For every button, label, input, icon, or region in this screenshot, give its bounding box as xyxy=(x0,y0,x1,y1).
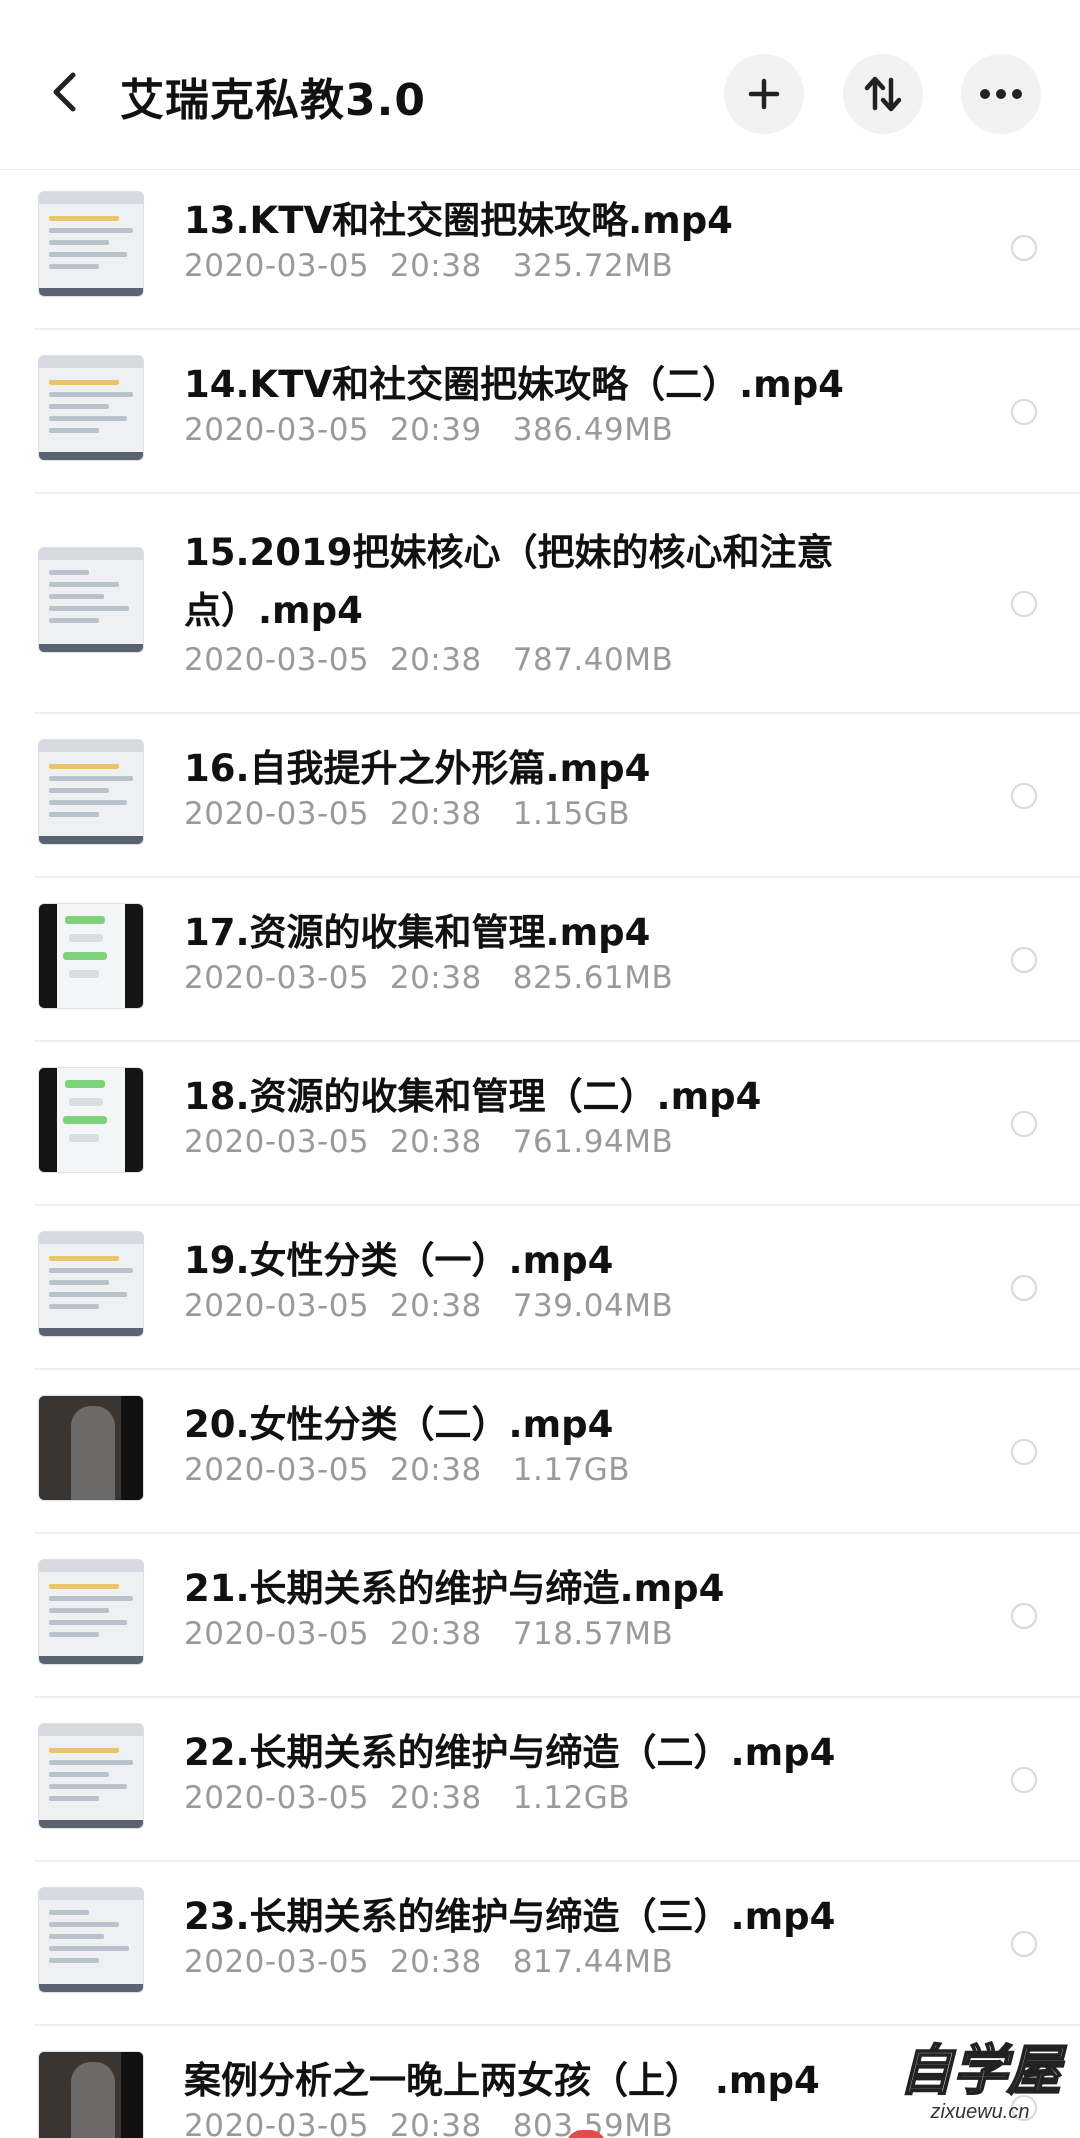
select-checkbox[interactable] xyxy=(1011,1603,1037,1629)
video-thumbnail xyxy=(38,2051,144,2138)
select-checkbox[interactable] xyxy=(1011,1931,1037,1957)
file-row[interactable]: 15.2019把妹核心（把妹的核心和注意点）.mp4 2020-03-05 20:… xyxy=(0,494,1080,714)
file-meta: 2020-03-05 20:38 739.04MB xyxy=(184,1288,674,1324)
file-name: 14.KTV和社交圈把妹攻略（二）.mp4 xyxy=(184,363,844,406)
file-name: 案例分析之一晚上两女孩（上） .mp4 xyxy=(184,2059,820,2102)
file-meta: 2020-03-05 20:38 761.94MB xyxy=(184,1124,674,1160)
file-name: 16.自我提升之外形篇.mp4 xyxy=(184,747,651,790)
watermark-title: 自学屋 xyxy=(898,2038,1062,2102)
select-checkbox[interactable] xyxy=(1011,1439,1037,1465)
file-row[interactable]: 20.女性分类（二）.mp4 2020-03-05 20:38 1.17GB xyxy=(0,1370,1080,1534)
file-name: 21.长期关系的维护与缔造.mp4 xyxy=(184,1567,725,1610)
file-name: 19.女性分类（一）.mp4 xyxy=(184,1239,614,1282)
file-name: 20.女性分类（二）.mp4 xyxy=(184,1403,614,1446)
video-thumbnail xyxy=(38,355,144,461)
file-meta: 2020-03-05 20:39 386.49MB xyxy=(184,412,674,448)
video-thumbnail xyxy=(38,903,144,1009)
select-checkbox[interactable] xyxy=(1011,1275,1037,1301)
add-button[interactable] xyxy=(724,54,804,134)
sort-button[interactable] xyxy=(843,54,923,134)
video-thumbnail xyxy=(38,1887,144,1993)
back-button[interactable] xyxy=(44,62,84,122)
file-meta: 2020-03-05 20:38 1.12GB xyxy=(184,1780,631,1816)
file-row[interactable]: 17.资源的收集和管理.mp4 2020-03-05 20:38 825.61MB xyxy=(0,878,1080,1042)
file-meta: 2020-03-05 20:38 817.44MB xyxy=(184,1944,674,1980)
more-dots-icon xyxy=(980,89,1022,99)
file-meta: 2020-03-05 20:38 1.17GB xyxy=(184,1452,631,1488)
file-meta: 2020-03-05 20:38 787.40MB xyxy=(184,642,674,678)
file-name: 23.长期关系的维护与缔造（三）.mp4 xyxy=(184,1895,836,1938)
select-checkbox[interactable] xyxy=(1011,591,1037,617)
file-name: 22.长期关系的维护与缔造（二）.mp4 xyxy=(184,1731,836,1774)
file-row[interactable]: 22.长期关系的维护与缔造（二）.mp4 2020-03-05 20:38 1.1… xyxy=(0,1698,1080,1862)
video-thumbnail xyxy=(38,739,144,845)
video-thumbnail xyxy=(38,1559,144,1665)
video-thumbnail xyxy=(38,191,144,297)
video-thumbnail xyxy=(38,1395,144,1501)
file-meta: 2020-03-05 20:38 718.57MB xyxy=(184,1616,674,1652)
video-thumbnail xyxy=(38,1067,144,1173)
file-meta: 2020-03-05 20:38 1.15GB xyxy=(184,796,631,832)
select-checkbox[interactable] xyxy=(1011,947,1037,973)
sort-icon xyxy=(864,76,902,112)
file-row[interactable]: 16.自我提升之外形篇.mp4 2020-03-05 20:38 1.15GB xyxy=(0,714,1080,878)
watermark: 自学屋 zixuewu.cn xyxy=(880,2038,1080,2138)
plus-icon xyxy=(748,78,780,110)
file-row[interactable]: 19.女性分类（一）.mp4 2020-03-05 20:38 739.04MB xyxy=(0,1206,1080,1370)
file-name: 15.2019把妹核心（把妹的核心和注意点）.mp4 xyxy=(184,531,834,632)
file-row[interactable]: 13.KTV和社交圈把妹攻略.mp4 2020-03-05 20:38 325.7… xyxy=(0,166,1080,330)
file-meta: 2020-03-05 20:38 825.61MB xyxy=(184,960,674,996)
file-name: 17.资源的收集和管理.mp4 xyxy=(184,911,651,954)
watermark-subtitle: zixuewu.cn xyxy=(930,2101,1030,2123)
video-thumbnail xyxy=(38,1231,144,1337)
select-checkbox[interactable] xyxy=(1011,1111,1037,1137)
file-row[interactable]: 23.长期关系的维护与缔造（三）.mp4 2020-03-05 20:38 817… xyxy=(0,1862,1080,2026)
top-bar: 艾瑞克私教3.0 xyxy=(0,0,1080,170)
chevron-left-icon xyxy=(53,72,76,112)
select-checkbox[interactable] xyxy=(1011,235,1037,261)
file-row[interactable]: 14.KTV和社交圈把妹攻略（二）.mp4 2020-03-05 20:39 38… xyxy=(0,330,1080,494)
video-thumbnail xyxy=(38,1723,144,1829)
more-button[interactable] xyxy=(961,54,1041,134)
file-name: 18.资源的收集和管理（二）.mp4 xyxy=(184,1075,762,1118)
file-name: 13.KTV和社交圈把妹攻略.mp4 xyxy=(184,199,733,242)
video-thumbnail xyxy=(38,547,144,653)
select-checkbox[interactable] xyxy=(1011,783,1037,809)
select-checkbox[interactable] xyxy=(1011,399,1037,425)
file-row[interactable]: 18.资源的收集和管理（二）.mp4 2020-03-05 20:38 761.9… xyxy=(0,1042,1080,1206)
select-checkbox[interactable] xyxy=(1011,1767,1037,1793)
file-meta: 2020-03-05 20:38 325.72MB xyxy=(184,248,674,284)
file-row[interactable]: 21.长期关系的维护与缔造.mp4 2020-03-05 20:38 718.57… xyxy=(0,1534,1080,1698)
page-title: 艾瑞克私教3.0 xyxy=(120,75,426,126)
